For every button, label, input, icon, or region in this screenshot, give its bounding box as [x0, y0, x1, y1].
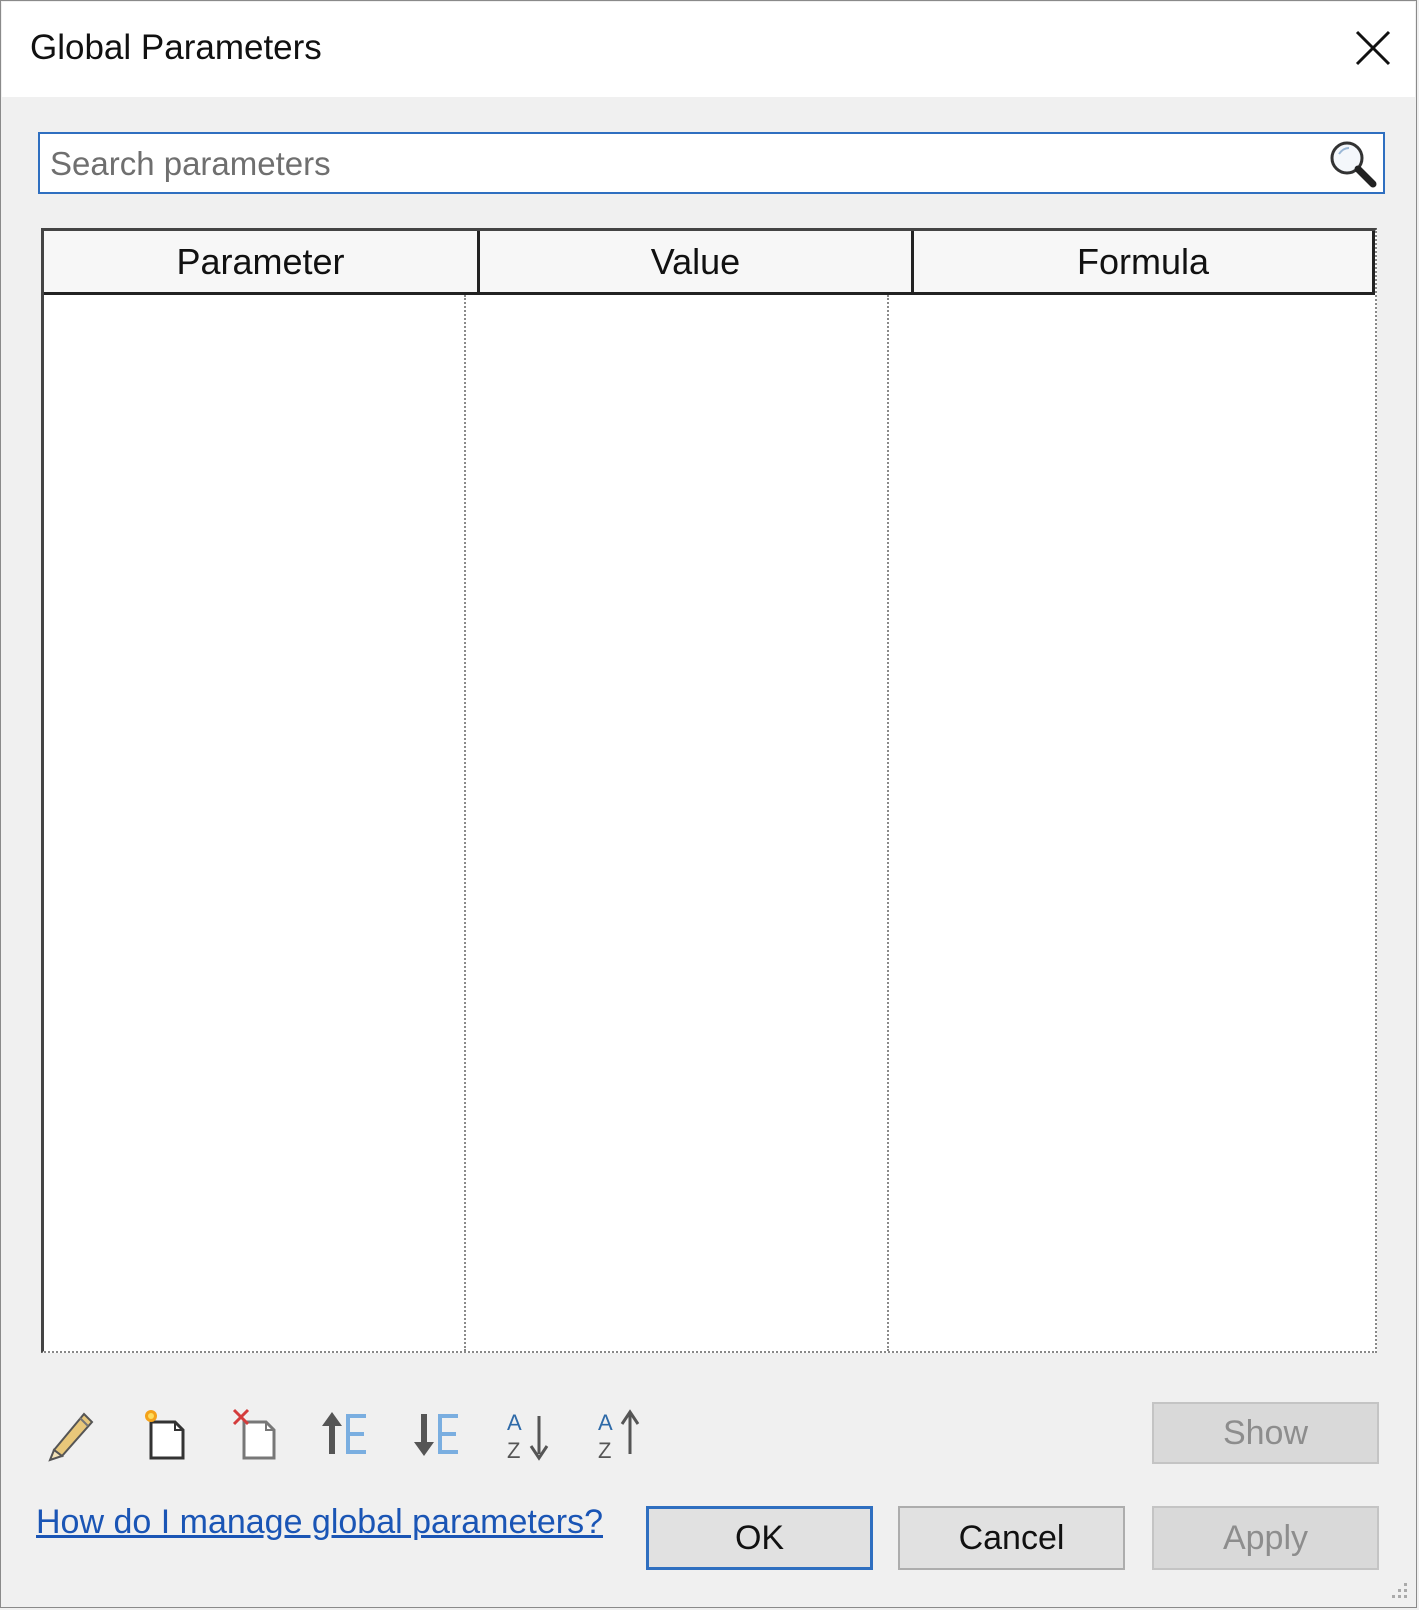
column-header-parameter[interactable]: Parameter — [44, 231, 480, 292]
move-down-icon — [414, 1414, 458, 1456]
search-input[interactable] — [48, 138, 1302, 190]
search-icon[interactable] — [1325, 136, 1381, 190]
apply-button[interactable]: Apply — [1152, 1506, 1379, 1570]
new-parameter-icon — [145, 1410, 185, 1460]
search-box — [38, 132, 1385, 194]
column-header-formula[interactable]: Formula — [914, 231, 1375, 292]
show-button[interactable]: Show — [1152, 1402, 1379, 1464]
move-up-icon — [322, 1412, 366, 1454]
edit-parameter-button[interactable] — [41, 1403, 103, 1465]
resize-grip-icon[interactable] — [1388, 1579, 1410, 1601]
pencil-icon — [48, 1412, 94, 1462]
svg-text:Z: Z — [507, 1438, 520, 1462]
close-icon — [1355, 30, 1391, 66]
title-bar: Global Parameters — [2, 2, 1415, 97]
move-down-button[interactable] — [407, 1403, 469, 1465]
sort-descending-icon: A Z — [598, 1409, 640, 1462]
svg-text:Z: Z — [598, 1438, 611, 1462]
delete-parameter-button[interactable] — [225, 1403, 287, 1465]
new-parameter-button[interactable] — [134, 1403, 196, 1465]
table-header: Parameter Value Formula — [44, 231, 1375, 295]
help-link[interactable]: How do I manage global parameters? — [36, 1503, 603, 1542]
table-body[interactable] — [44, 295, 1375, 1351]
svg-text:A: A — [598, 1410, 613, 1435]
svg-text:A: A — [507, 1410, 522, 1435]
parameters-table: Parameter Value Formula — [41, 228, 1377, 1353]
close-button[interactable] — [1341, 16, 1405, 80]
sort-ascending-icon: A Z — [507, 1410, 549, 1462]
dialog-title: Global Parameters — [30, 28, 322, 67]
sort-descending-button[interactable]: A Z — [589, 1403, 651, 1465]
column-header-value[interactable]: Value — [480, 231, 914, 292]
move-up-button[interactable] — [315, 1403, 377, 1465]
ok-button[interactable]: OK — [646, 1506, 873, 1570]
delete-parameter-icon — [232, 1408, 276, 1460]
cancel-button[interactable]: Cancel — [898, 1506, 1125, 1570]
global-parameters-dialog: Global Parameters Parameter Value Formul… — [0, 0, 1417, 1608]
sort-ascending-button[interactable]: A Z — [498, 1403, 560, 1465]
